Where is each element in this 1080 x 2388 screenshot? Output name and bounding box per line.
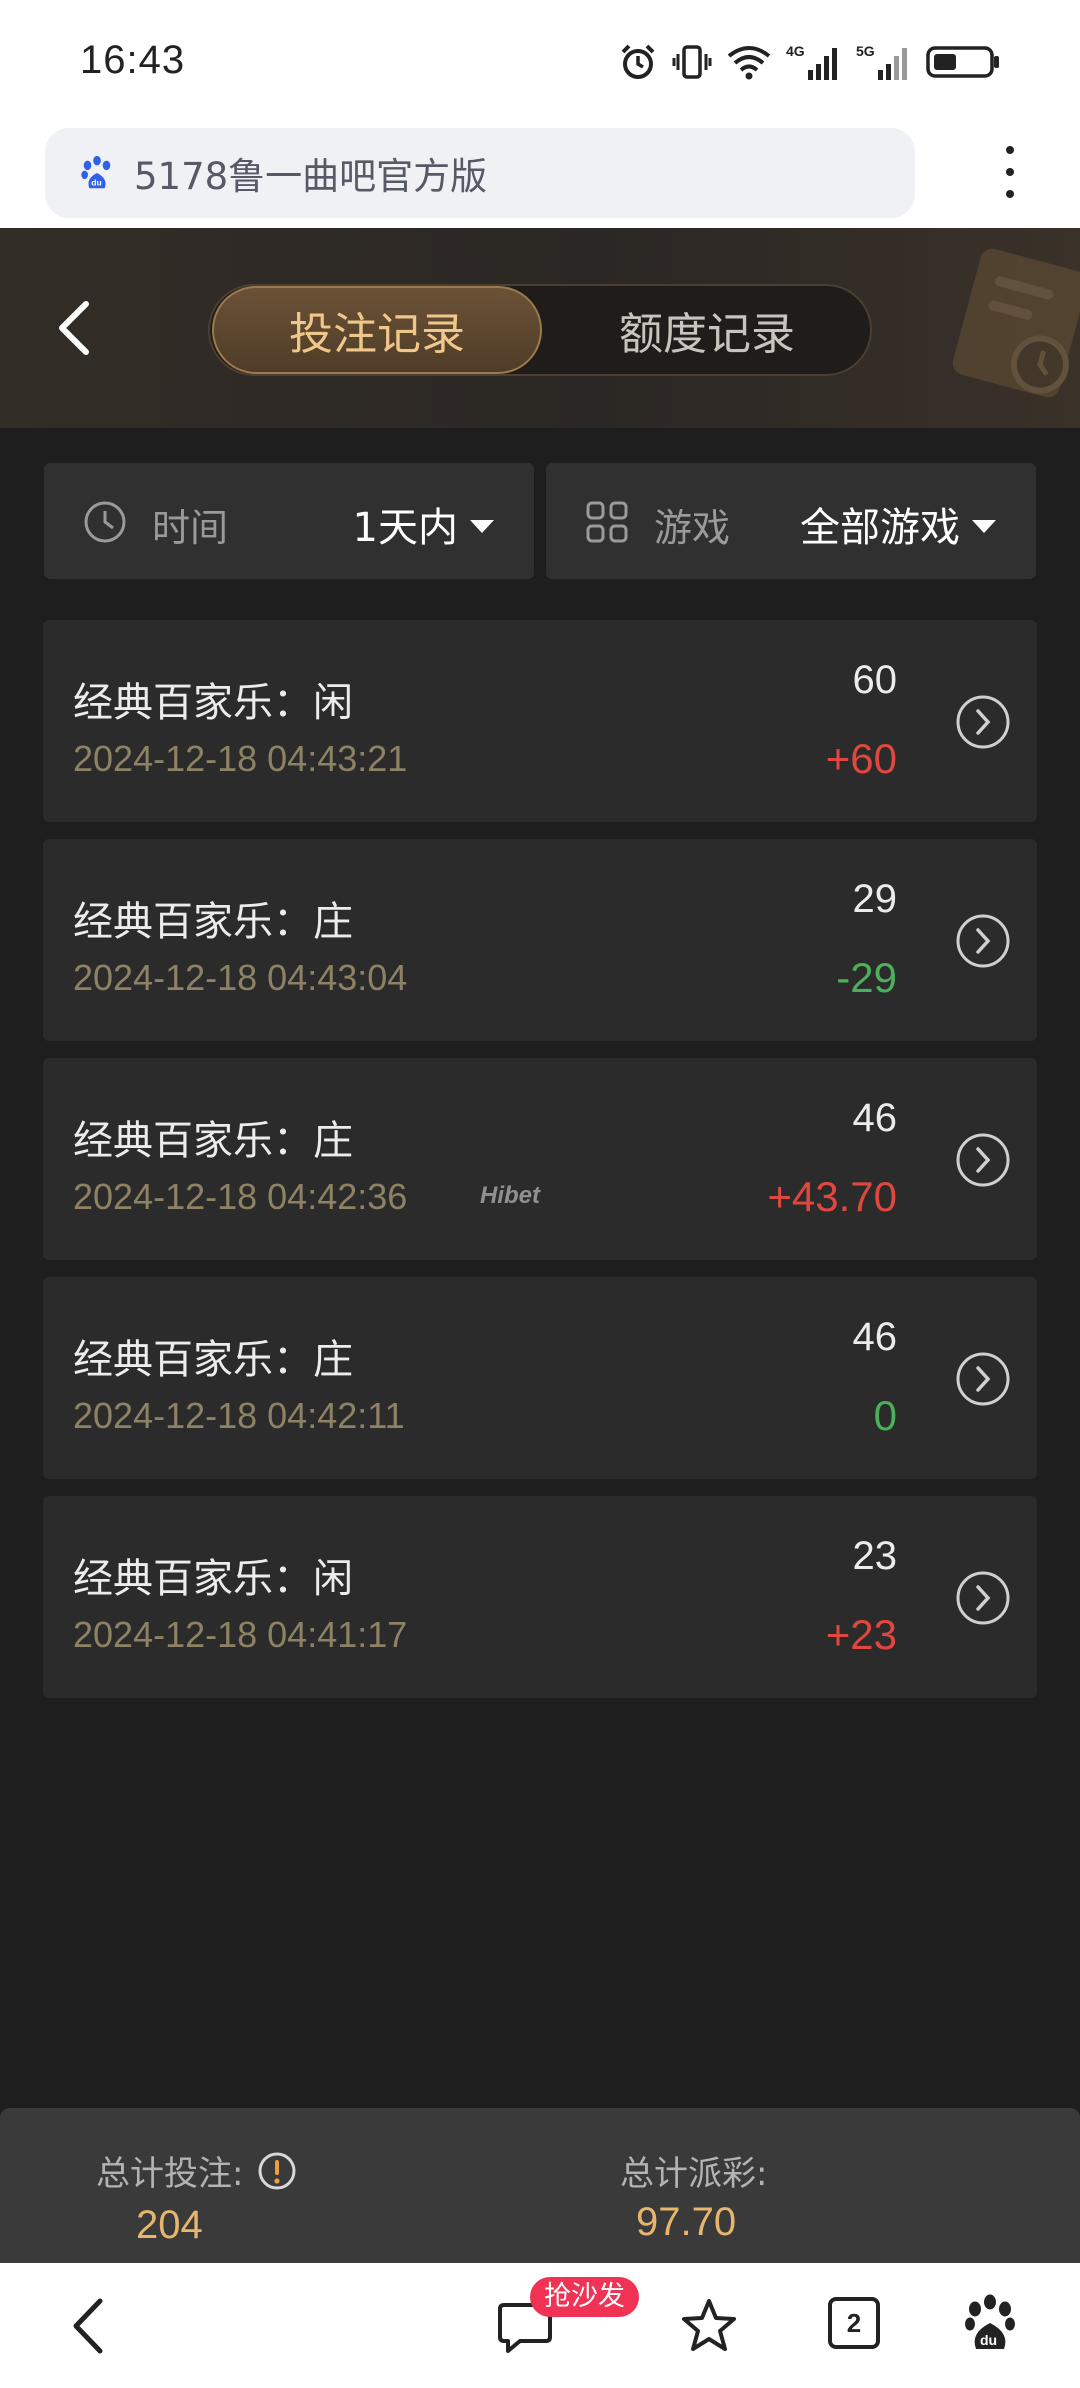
record-result: +60 [825,735,897,782]
record-title: 经典百家乐：闲 [73,1556,353,1602]
record-row[interactable]: 经典百家乐：闲 2024-12-18 04:41:17 23 +23 [43,1496,1037,1698]
chevron-right-circle-icon[interactable] [955,1351,1011,1407]
total-payout-label: 总计派彩: [620,2154,768,2194]
svg-text:4G: 4G [786,43,805,59]
alarm-icon [621,44,655,79]
chevron-right-circle-icon[interactable] [955,1132,1011,1188]
record-amount: 29 [852,877,898,921]
record-title: 经典百家乐：庄 [73,1118,353,1164]
total-payout-value: 97.70 [636,2200,737,2244]
signal-5g-icon: 5G [856,43,907,80]
more-menu-icon[interactable] [995,142,1025,202]
time-filter-selected: 1天内 [352,505,458,551]
browser-toolbar: du 5178鲁一曲吧官方版 [0,125,1080,228]
total-bet-label: 总计投注: [96,2154,244,2194]
record-result: +43.70 [767,1173,897,1220]
record-row[interactable]: 经典百家乐：庄 2024-12-18 04:43:04 29 -29 [43,839,1037,1041]
record-amount: 60 [852,658,898,702]
record-amount: 23 [852,1534,898,1578]
svg-text:5G: 5G [856,43,875,59]
record-row[interactable]: 经典百家乐：闲 2024-12-18 04:43:21 60 +60 [43,620,1037,822]
record-amount: 46 [852,1315,898,1359]
total-bet-value: 204 [136,2203,203,2247]
baidu-home-icon[interactable]: du [962,2293,1018,2353]
record-result: -29 [836,954,897,1001]
summary-bar: 总计投注: 204 总计派彩: 97.70 [0,2108,1080,2263]
status-bar: 16:43 4G 5G [0,0,1080,125]
baidu-paw-icon: du [81,155,111,189]
record-amount: 46 [852,1096,898,1140]
game-filter-selected: 全部游戏 [800,505,960,551]
record-title: 经典百家乐：闲 [73,680,353,726]
time-filter-label: 时间 [152,506,229,550]
status-time: 16:43 [80,38,186,82]
record-time: 2024-12-18 04:42:36 [73,1176,408,1217]
caret-down-icon [470,519,494,533]
record-time: 2024-12-18 04:43:21 [73,738,408,779]
grid-icon [586,501,628,543]
record-result: 0 [873,1392,897,1439]
record-row[interactable]: 经典百家乐：庄 2024-12-18 04:42:11 46 0 [43,1277,1037,1479]
record-title: 经典百家乐：庄 [73,899,353,945]
signal-4g-icon: 4G [786,43,837,80]
game-filter[interactable]: 游戏 全部游戏 [546,463,1036,579]
caret-down-icon [972,519,996,533]
url-text: 5178鲁一曲吧官方版 [134,155,488,198]
game-filter-label: 游戏 [654,506,731,550]
chevron-right-circle-icon[interactable] [955,913,1011,969]
game-filter-value[interactable]: 全部游戏 [800,495,996,553]
record-row[interactable]: 经典百家乐：庄 2024-12-18 04:42:36 46 +43.70 [43,1058,1037,1260]
tab-bet-records[interactable]: 投注记录 [212,286,542,374]
back-icon[interactable] [64,2293,114,2359]
chevron-right-circle-icon[interactable] [955,694,1011,750]
browser-bottom-nav: 抢沙发 2 du [0,2263,1080,2388]
watermark: Hibet [480,1182,540,1209]
info-icon[interactable] [257,2151,297,2191]
svg-text:du: du [980,2332,997,2348]
svg-text:du: du [91,177,101,187]
time-filter-value[interactable]: 1天内 [353,495,494,553]
record-tabs: 投注记录 额度记录 [208,284,872,376]
total-bet-label-group: 总计投注: [96,2146,297,2195]
comment-badge: 抢沙发 [530,2277,639,2317]
tabs-count-button[interactable]: 2 [828,2297,880,2349]
record-result: +23 [825,1611,897,1658]
page-header: 投注记录 额度记录 [0,228,1080,428]
time-filter[interactable]: 时间 1天内 [44,463,534,579]
document-clock-icon [952,248,1080,398]
back-arrow-icon[interactable] [50,296,100,360]
chevron-right-circle-icon[interactable] [955,1570,1011,1626]
record-time: 2024-12-18 04:43:04 [73,957,408,998]
wifi-icon [727,46,771,80]
tab-credit-records[interactable]: 额度记录 [542,286,872,374]
record-title: 经典百家乐：庄 [73,1337,353,1383]
battery-icon [926,46,999,78]
record-time: 2024-12-18 04:41:17 [73,1614,408,1655]
vibrate-icon [672,45,712,79]
status-icons: 4G 5G [618,40,1002,84]
clock-icon [84,501,126,543]
star-icon[interactable] [680,2297,738,2355]
url-bar[interactable]: du 5178鲁一曲吧官方版 [45,128,915,218]
record-time: 2024-12-18 04:42:11 [73,1395,405,1436]
